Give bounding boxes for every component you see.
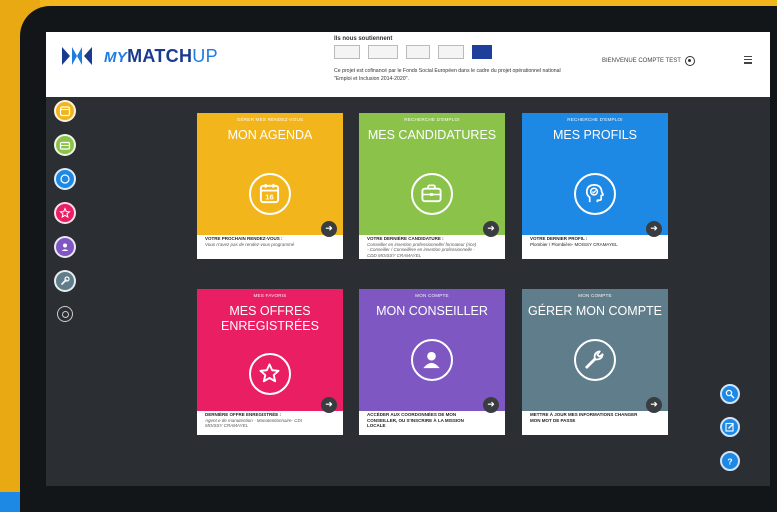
partner-logo [334, 45, 360, 59]
tile-title: MES CANDIDATURES [367, 128, 497, 142]
tile-candidatures[interactable]: Recherche d'emploi MES CANDIDATURES ➜ VO… [359, 113, 505, 259]
partner-logo [406, 45, 430, 59]
tile-arrow-button[interactable]: ➜ [321, 397, 337, 413]
tile-header: Recherche d'emploi MES CANDIDATURES [359, 113, 505, 235]
tile-category: Mon compte [578, 293, 612, 298]
tile-profils[interactable]: Recherche d'emploi MES PROFILS ➜ VOTRE D… [522, 113, 668, 259]
tile-header: Mes favoris MES OFFRES ENREGISTRÉES [197, 289, 343, 411]
tile-arrow-button[interactable]: ➜ [483, 397, 499, 413]
partner-logo [368, 45, 398, 59]
profile-head-icon [574, 173, 616, 215]
tile-arrow-button[interactable]: ➜ [646, 221, 662, 237]
calendar-icon: 16 [249, 173, 291, 215]
tile-category: Mes favoris [253, 293, 287, 298]
edit-icon [725, 422, 734, 432]
app-screen: MYMATCHUP Ils nous soutiennent Ce projet… [46, 32, 770, 486]
settings-gear-icon[interactable] [57, 306, 73, 322]
tile-footer: VOTRE DERNIER PROFIL : Plombier / Plombi… [530, 236, 618, 247]
edit-button[interactable] [720, 417, 740, 437]
tile-footer: METTRE À JOUR MES INFORMATIONS CHANGER M… [530, 412, 638, 423]
wrench-icon [574, 339, 616, 381]
sidebar-item-profils[interactable] [54, 168, 76, 190]
svg-text:?: ? [727, 457, 732, 467]
partner-logo [438, 45, 464, 59]
tile-arrow-button[interactable]: ➜ [646, 397, 662, 413]
tile-category: Mon compte [415, 293, 449, 298]
briefcase-icon [411, 173, 453, 215]
briefcase-icon [59, 141, 71, 150]
calendar-icon [59, 106, 71, 117]
sidebar-item-agenda[interactable] [54, 100, 76, 122]
logo-text: MYMATCHUP [104, 45, 218, 66]
star-icon [59, 207, 71, 219]
sidebar-item-candidatures[interactable] [54, 134, 76, 156]
sidebar-item-conseiller[interactable] [54, 236, 76, 258]
logo-mark-icon [62, 47, 92, 65]
tile-header: Recherche d'emploi MES PROFILS [522, 113, 668, 235]
wrench-icon [61, 276, 70, 285]
tile-offres[interactable]: Mes favoris MES OFFRES ENREGISTRÉES ➜ DE… [197, 289, 343, 435]
support-note: Ce projet est cofinancé par le Fonds Soc… [334, 68, 561, 82]
person-icon [61, 243, 69, 251]
profile-head-icon [60, 174, 70, 184]
support-section: Ils nous soutiennent Ce projet est cofin… [334, 36, 594, 83]
tile-footer: VOTRE DERNIÈRE CANDIDATURE : Conseiller … [367, 236, 477, 258]
hamburger-menu-icon[interactable] [744, 56, 752, 66]
help-icon: ? [727, 457, 732, 467]
welcome-label: BIENVENUE COMPTE TEST [602, 58, 681, 64]
search-icon [725, 389, 735, 399]
eu-flag-logo [472, 45, 492, 59]
tile-footer: ACCÉDER AUX COORDONNÉES DE MON CONSEILLE… [367, 412, 464, 429]
star-icon [249, 353, 291, 395]
tile-category: Recherche d'emploi [404, 117, 460, 122]
tile-title: MON AGENDA [227, 128, 313, 142]
tile-footer: VOTRE PROCHAIN RENDEZ-VOUS : Vous n'avez… [205, 236, 295, 247]
top-bar: MYMATCHUP Ils nous soutiennent Ce projet… [46, 32, 770, 97]
tile-arrow-button[interactable]: ➜ [483, 221, 499, 237]
tile-conseiller[interactable]: Mon compte MON CONSEILLER ➜ ACCÉDER AUX … [359, 289, 505, 435]
tile-title: MES PROFILS [552, 128, 638, 142]
user-icon [684, 56, 695, 66]
support-title: Ils nous soutiennent [334, 36, 393, 42]
tile-header: Gérer mes rendez-vous MON AGENDA 16 [197, 113, 343, 235]
person-icon [411, 339, 453, 381]
sidebar-item-compte[interactable] [54, 270, 76, 292]
tile-header: Mon compte MON CONSEILLER [359, 289, 505, 411]
tile-header: Mon compte GÉRER MON COMPTE [522, 289, 668, 411]
tile-category: Gérer mes rendez-vous [236, 117, 304, 122]
app-logo[interactable]: MYMATCHUP [60, 44, 218, 68]
help-button[interactable]: ? [720, 451, 740, 471]
search-button[interactable] [720, 384, 740, 404]
welcome-user[interactable]: BIENVENUE COMPTE TEST [602, 56, 695, 66]
tile-title: GÉRER MON COMPTE [527, 304, 663, 318]
tile-compte[interactable]: Mon compte GÉRER MON COMPTE ➜ METTRE À J… [522, 289, 668, 435]
sidebar-item-offres[interactable] [54, 202, 76, 224]
tile-footer: DERNIÈRE OFFRE ENREGISTRÉE : Agent.e de … [205, 412, 303, 429]
tile-title: MES OFFRES ENREGISTRÉES [221, 304, 319, 333]
tile-category: Recherche d'emploi [567, 117, 623, 122]
svg-text:16: 16 [265, 193, 274, 202]
tile-title: MON CONSEILLER [376, 304, 488, 318]
background-corner [0, 492, 22, 512]
partner-logos [334, 45, 594, 59]
tile-agenda[interactable]: Gérer mes rendez-vous MON AGENDA 16 ➜ VO… [197, 113, 343, 259]
tile-arrow-button[interactable]: ➜ [321, 221, 337, 237]
sidebar [54, 100, 84, 322]
